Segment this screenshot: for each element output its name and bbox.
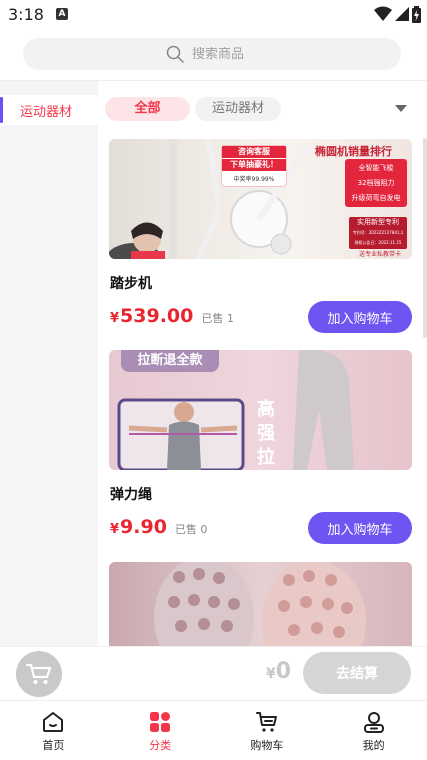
currency-symbol: ¥: [265, 666, 276, 682]
product-card[interactable]: 拉断退全款 高强拉 弹力绳 ¥9.90 已售 0 加入购物车: [109, 350, 412, 544]
battery-icon: [412, 5, 421, 23]
cart-button[interactable]: [16, 651, 62, 697]
scrollbar[interactable]: [423, 138, 427, 338]
product-image[interactable]: 咨询客服 下单抽豪礼！ 中奖率99.99% 椭圆机销量排行 全智能飞梭 32档强…: [109, 139, 412, 259]
category-sidebar: 运动器材: [0, 81, 98, 646]
filter-bar: 全部 运动器材: [104, 95, 427, 125]
search-bar[interactable]: [23, 38, 401, 70]
product-name[interactable]: 踏步机: [110, 273, 152, 293]
add-to-cart-button[interactable]: 加入购物车: [308, 301, 412, 333]
checkout-bar: ¥0 去结算: [0, 646, 427, 700]
promo-footer: 送专业私教带卡: [358, 251, 401, 258]
feature-3: 升级荷弯自发电: [351, 194, 401, 202]
price-value: 539.00: [120, 305, 194, 327]
product-image[interactable]: [109, 562, 412, 646]
checkout-button[interactable]: 去结算: [303, 652, 411, 694]
profile-icon: [363, 712, 384, 733]
status-bar: 3:18 A: [0, 0, 427, 30]
currency-symbol: ¥: [110, 522, 120, 537]
promo-badge: 拉断退全款: [121, 350, 219, 372]
patent-date: 授权公告日：2022.11.25: [354, 240, 402, 245]
cart-total: ¥0: [266, 659, 291, 684]
tab-label: 首页: [42, 739, 65, 752]
price-row: ¥9.90 已售 0: [110, 516, 207, 538]
sold-count: 已售 0: [174, 523, 208, 536]
product-list[interactable]: 咨询客服 下单抽豪礼！ 中奖率99.99% 椭圆机销量排行 全智能飞梭 32档强…: [98, 130, 427, 646]
price-row: ¥539.00 已售 1: [110, 305, 234, 327]
product-price: ¥9.90: [110, 516, 167, 538]
status-icons: [374, 5, 421, 23]
sold-count: 已售 1: [201, 312, 234, 325]
filter-chip-sports-equipment[interactable]: 运动器材: [195, 97, 281, 121]
total-value: 0: [275, 659, 291, 684]
status-time: 3:18: [8, 5, 44, 24]
wifi-icon: [374, 6, 392, 21]
sidebar-item-sports-equipment[interactable]: 运动器材: [0, 95, 98, 125]
product-card[interactable]: [109, 562, 412, 646]
tab-home[interactable]: 首页: [0, 701, 107, 760]
feature-1: 全智能飞梭: [358, 164, 394, 172]
promo-badge: 咨询客服 下单抽豪礼！ 中奖率99.99%: [221, 145, 287, 187]
search-input[interactable]: [192, 46, 258, 62]
tab-label: 购物车: [250, 739, 284, 752]
product-card[interactable]: 咨询客服 下单抽豪礼！ 中奖率99.99% 椭圆机销量排行 全智能飞梭 32档强…: [109, 139, 412, 333]
tab-category[interactable]: 分类: [107, 701, 214, 760]
filter-chip-all[interactable]: 全部: [105, 97, 190, 121]
tab-label: 我的: [362, 739, 385, 752]
product-image[interactable]: 拉断退全款 高强拉: [109, 350, 412, 470]
sidebar-item-label: 运动器材: [20, 104, 73, 120]
cart-icon: [255, 712, 277, 732]
promo-title: 椭圆机销量排行: [315, 145, 392, 158]
product-image-art: [154, 562, 366, 646]
promo-badge-subtitle: 下单抽豪礼！: [222, 159, 286, 171]
currency-symbol: ¥: [110, 311, 120, 326]
search-icon: [166, 45, 184, 63]
feature-box: 全智能飞梭 32档强阻力 升级荷弯自发电: [345, 159, 407, 207]
home-icon: [43, 712, 64, 732]
patent-title: 实用新型专利: [357, 218, 399, 226]
notification-icon: A: [56, 8, 68, 20]
promo-badge-rate: 中奖率99.99%: [233, 176, 275, 183]
promo-badge-title: 咨询客服: [222, 146, 286, 158]
cart-icon: [26, 663, 52, 684]
tab-profile[interactable]: 我的: [320, 701, 427, 760]
product-name[interactable]: 弹力绳: [110, 484, 152, 504]
price-value: 9.90: [120, 516, 167, 538]
bottom-tab-bar: 首页 分类 购物车 我的: [0, 700, 427, 760]
patent-box: 实用新型专利 专利号：2022Z2127841.1 授权公告日：2022.11.…: [349, 217, 407, 249]
product-price: ¥539.00: [110, 305, 193, 327]
patent-number: 专利号：2022Z2127841.1: [352, 230, 404, 235]
tab-label: 分类: [149, 739, 172, 752]
tab-cart[interactable]: 购物车: [214, 701, 321, 760]
category-icon: [150, 712, 171, 732]
add-to-cart-button[interactable]: 加入购物车: [308, 512, 412, 544]
chevron-down-icon[interactable]: [395, 105, 407, 112]
feature-2: 32档强阻力: [357, 179, 395, 187]
vertical-slogan: 高强拉: [257, 399, 275, 468]
signal-icon: [395, 7, 409, 21]
